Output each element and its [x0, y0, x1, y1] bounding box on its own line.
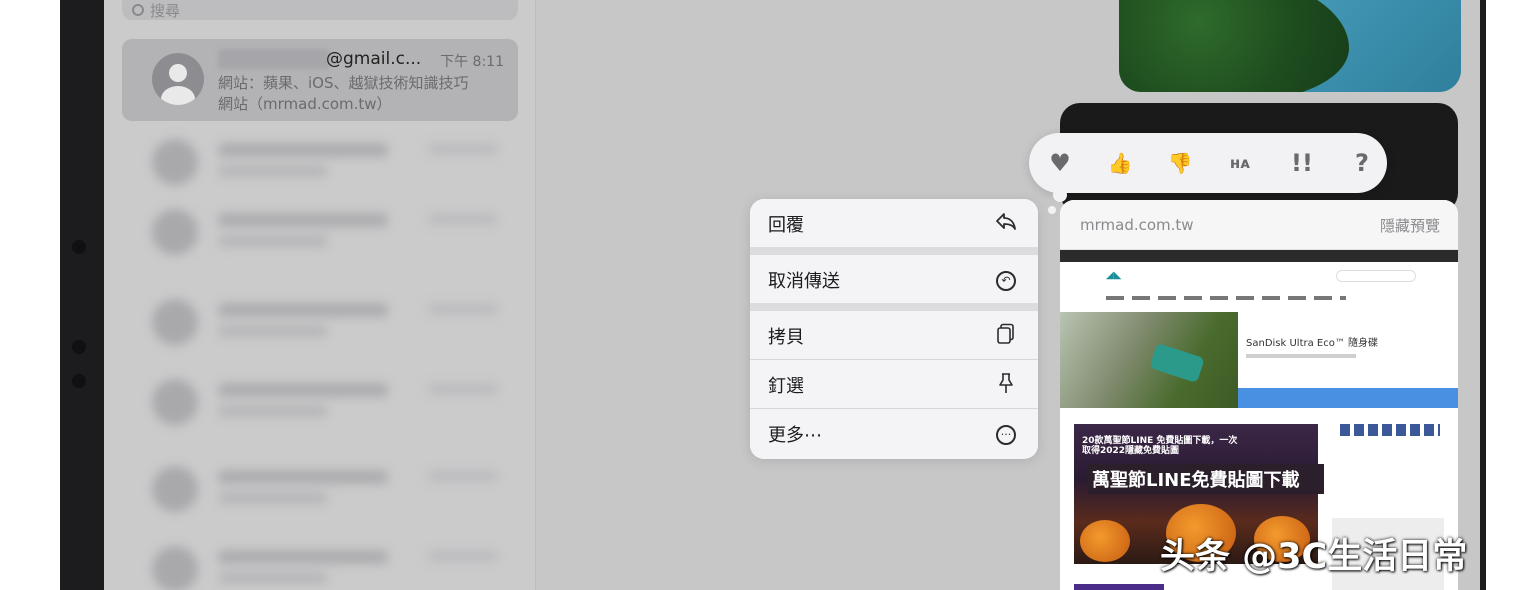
photo-message[interactable]: [1119, 0, 1461, 92]
conversation-item-blurred[interactable]: [144, 203, 516, 261]
conversation-item-blurred[interactable]: [144, 540, 516, 590]
menu-item-label: 釘選: [768, 376, 804, 397]
copy-icon: [994, 323, 1018, 347]
exclamation-icon[interactable]: !!: [1285, 147, 1319, 179]
site-nav: ◢◣: [1060, 262, 1458, 312]
menu-item-undo-send[interactable]: 取消傳送 ↶: [750, 255, 1038, 303]
site-topbar: [1060, 250, 1458, 262]
redacted-sender: [218, 49, 330, 69]
reply-arrow-icon: [994, 211, 1018, 235]
article-banner: 萬聖節LINE免費貼圖下載: [1088, 464, 1324, 494]
tapback-tail-dot: [1048, 206, 1056, 214]
thumbs-down-icon[interactable]: 👎: [1163, 147, 1197, 179]
ad-subtitle-line: [1246, 354, 1356, 358]
menu-item-pin[interactable]: 釘選: [750, 360, 1038, 408]
search-icon: [132, 4, 144, 16]
menu-item-label: 取消傳送: [768, 271, 840, 292]
avatar: [152, 53, 204, 105]
conversation-sidebar: 搜尋 @gmail.c... 下午 8:11 網站：蘋果、iOS、越獄技術知識技…: [104, 0, 536, 590]
link-preview-header: mrmad.com.tw 隱藏預覽: [1060, 200, 1458, 250]
conversation-item-selected[interactable]: @gmail.c... 下午 8:11 網站：蘋果、iOS、越獄技術知識技巧 網…: [122, 39, 518, 121]
menu-item-label: 拷貝: [768, 327, 804, 348]
menu-item-more[interactable]: 更多⋯ ···: [750, 409, 1038, 457]
ad-bar: [1238, 388, 1458, 408]
watermark: 头条 @3C生活日常: [1160, 537, 1468, 577]
thumbs-up-icon[interactable]: 👍: [1103, 147, 1137, 179]
ad-image: [1060, 312, 1238, 408]
menu-item-label: 回覆: [768, 215, 804, 236]
menu-item-copy[interactable]: 拷貝: [750, 311, 1038, 359]
ad-text-block: SanDisk Ultra Eco™ 隨身碟: [1238, 312, 1458, 388]
ad-title: SanDisk Ultra Eco™ 隨身碟: [1246, 338, 1379, 349]
pin-icon: [994, 372, 1018, 396]
link-domain: mrmad.com.tw: [1080, 216, 1194, 234]
site-ad-banner: SanDisk Ultra Eco™ 隨身碟: [1060, 312, 1458, 408]
sender-name: @gmail.c...: [326, 49, 422, 69]
conversation-item-blurred[interactable]: [144, 460, 516, 518]
heart-icon[interactable]: ♥: [1043, 147, 1077, 179]
messages-screen: 搜尋 @gmail.c... 下午 8:11 網站：蘋果、iOS、越獄技術知識技…: [104, 0, 1480, 590]
hide-preview-button[interactable]: 隱藏預覽: [1380, 215, 1440, 236]
conversation-item-blurred[interactable]: [144, 373, 516, 431]
pumpkin-image: [1080, 520, 1130, 562]
article-headline: 20款萬聖節LINE 免費貼圖下載，一次取得2022隱藏免費貼圖: [1082, 436, 1238, 456]
menu-item-label: 更多⋯: [768, 425, 822, 446]
search-placeholder: 搜尋: [150, 2, 181, 20]
search-field[interactable]: 搜尋: [122, 0, 518, 20]
ellipsis-circle-icon: ···: [994, 421, 1018, 445]
site-logo-icon: ◢◣: [1106, 270, 1122, 281]
context-menu: 回覆 取消傳送 ↶ 拷貝 釘選 更多⋯ ···: [750, 199, 1038, 459]
next-article-thumb: [1074, 584, 1164, 590]
conversation-item-blurred[interactable]: [144, 133, 516, 191]
social-share-icons: [1340, 424, 1440, 436]
undo-circle-icon: ↶: [994, 267, 1018, 291]
preview-line-1: 網站：蘋果、iOS、越獄技術知識技巧: [218, 74, 469, 92]
preview-line-2: 網站（mrmad.com.tw）: [218, 95, 392, 113]
site-menu: [1106, 296, 1346, 300]
message-time: 下午 8:11: [440, 54, 504, 70]
site-search-box: [1336, 270, 1416, 282]
haha-icon[interactable]: ʜᴀ: [1223, 147, 1257, 179]
menu-separator: [750, 247, 1038, 255]
message-preview: 網站：蘋果、iOS、越獄技術知識技巧 網站（mrmad.com.tw）: [218, 73, 508, 115]
menu-item-reply[interactable]: 回覆: [750, 199, 1038, 247]
tapback-bar: ♥ 👍 👎 ʜᴀ !! ?: [1029, 133, 1387, 193]
conversation-item-blurred[interactable]: [144, 293, 516, 351]
menu-separator: [750, 303, 1038, 311]
question-icon[interactable]: ?: [1345, 147, 1379, 179]
